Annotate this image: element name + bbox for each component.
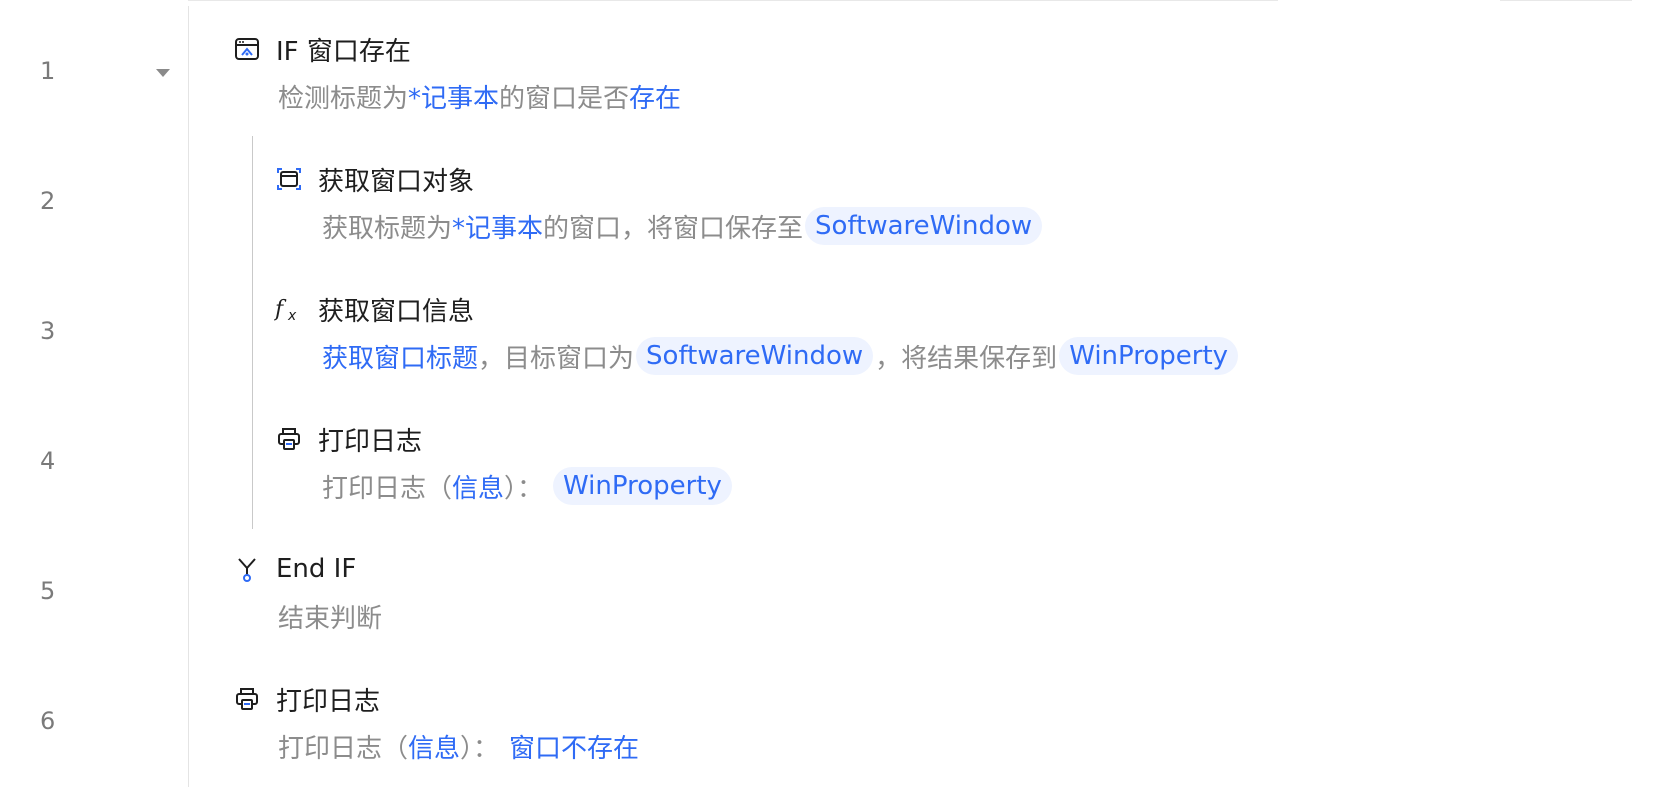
step-title: 打印日志 [276, 686, 381, 717]
line-number: 3 [40, 317, 56, 345]
variable-pill[interactable]: WinProperty [1059, 337, 1239, 375]
variable-pill[interactable]: SoftwareWindow [636, 337, 874, 375]
flow-step-5[interactable]: 5 End IF 结束判断 [0, 520, 1669, 650]
flow-step-6[interactable]: 6 打印日志 打印日志（ 信息 ）： 窗口不存在 [0, 650, 1669, 780]
desc-text: 打印日志（ [278, 733, 409, 764]
step-description: 检测标题为 *记事本 的窗口是否 存在 [278, 74, 681, 118]
desc-text: 的窗口是否 [499, 83, 630, 114]
function-fx-icon: f x [274, 294, 304, 324]
printer-icon [232, 684, 262, 714]
step-title: 获取窗口信息 [318, 296, 475, 327]
printer-icon [274, 424, 304, 454]
desc-text: 的窗口，将窗口保存至 [543, 213, 804, 244]
window-capture-icon [274, 164, 304, 194]
step-description: 打印日志（ 信息 ）： WinProperty [322, 464, 734, 508]
desc-text: ，将结果保存到 [875, 343, 1058, 374]
flow-step-3[interactable]: 3 f x 获取窗口信息 获取窗口标题 ，目标窗口为 SoftwareWindo… [0, 260, 1669, 390]
step-title: IF 窗口存在 [276, 36, 411, 67]
desc-text: 获取标题为 [322, 213, 453, 244]
line-number: 6 [40, 707, 56, 735]
svg-text:x: x [287, 308, 297, 324]
desc-text: ）： [460, 733, 500, 764]
variable-pill[interactable]: SoftwareWindow [805, 207, 1043, 245]
step-description: 打印日志（ 信息 ）： 窗口不存在 [278, 724, 639, 768]
log-message-value[interactable]: 窗口不存在 [509, 728, 639, 765]
line-number: 5 [40, 577, 56, 605]
step-title: End IF [276, 554, 357, 584]
flow-step-2[interactable]: 2 获取窗口对象 获取标题为 *记事本 的窗口，将窗口保存至 SoftwareW… [0, 130, 1669, 260]
window-title-value[interactable]: *记事本 [408, 78, 499, 115]
log-level-value[interactable]: 信息 [408, 728, 460, 765]
flow-step-4[interactable]: 4 打印日志 打印日志（ 信息 ）： WinProperty [0, 390, 1669, 520]
condition-value[interactable]: 存在 [629, 78, 681, 115]
log-level-value[interactable]: 信息 [452, 468, 504, 505]
step-title: 打印日志 [318, 426, 423, 457]
step-description: 获取窗口标题 ，目标窗口为 SoftwareWindow ，将结果保存到 Win… [322, 334, 1240, 378]
collapse-caret-icon[interactable] [156, 69, 170, 77]
variable-pill[interactable]: WinProperty [553, 467, 732, 505]
line-number: 1 [40, 57, 56, 85]
desc-text: ）： [504, 473, 544, 504]
line-number: 2 [40, 187, 56, 215]
branch-end-icon [232, 554, 262, 584]
step-title: 获取窗口对象 [318, 166, 475, 197]
operation-value[interactable]: 获取窗口标题 [322, 338, 478, 375]
step-description: 获取标题为 *记事本 的窗口，将窗口保存至 SoftwareWindow [322, 204, 1044, 248]
window-title-value[interactable]: *记事本 [452, 208, 543, 245]
svg-text:f: f [274, 297, 287, 322]
desc-text: 检测标题为 [278, 83, 409, 114]
desc-text: ，目标窗口为 [478, 343, 635, 374]
line-number: 4 [40, 447, 56, 475]
desc-text: 结束判断 [278, 603, 383, 634]
flow-step-1[interactable]: 1 IF 窗口存在 检测标题为 *记事本 的窗口是否 存在 [0, 0, 1669, 130]
step-description: 结束判断 [278, 594, 382, 638]
desc-text: 打印日志（ [322, 473, 453, 504]
window-exists-icon [232, 34, 262, 64]
